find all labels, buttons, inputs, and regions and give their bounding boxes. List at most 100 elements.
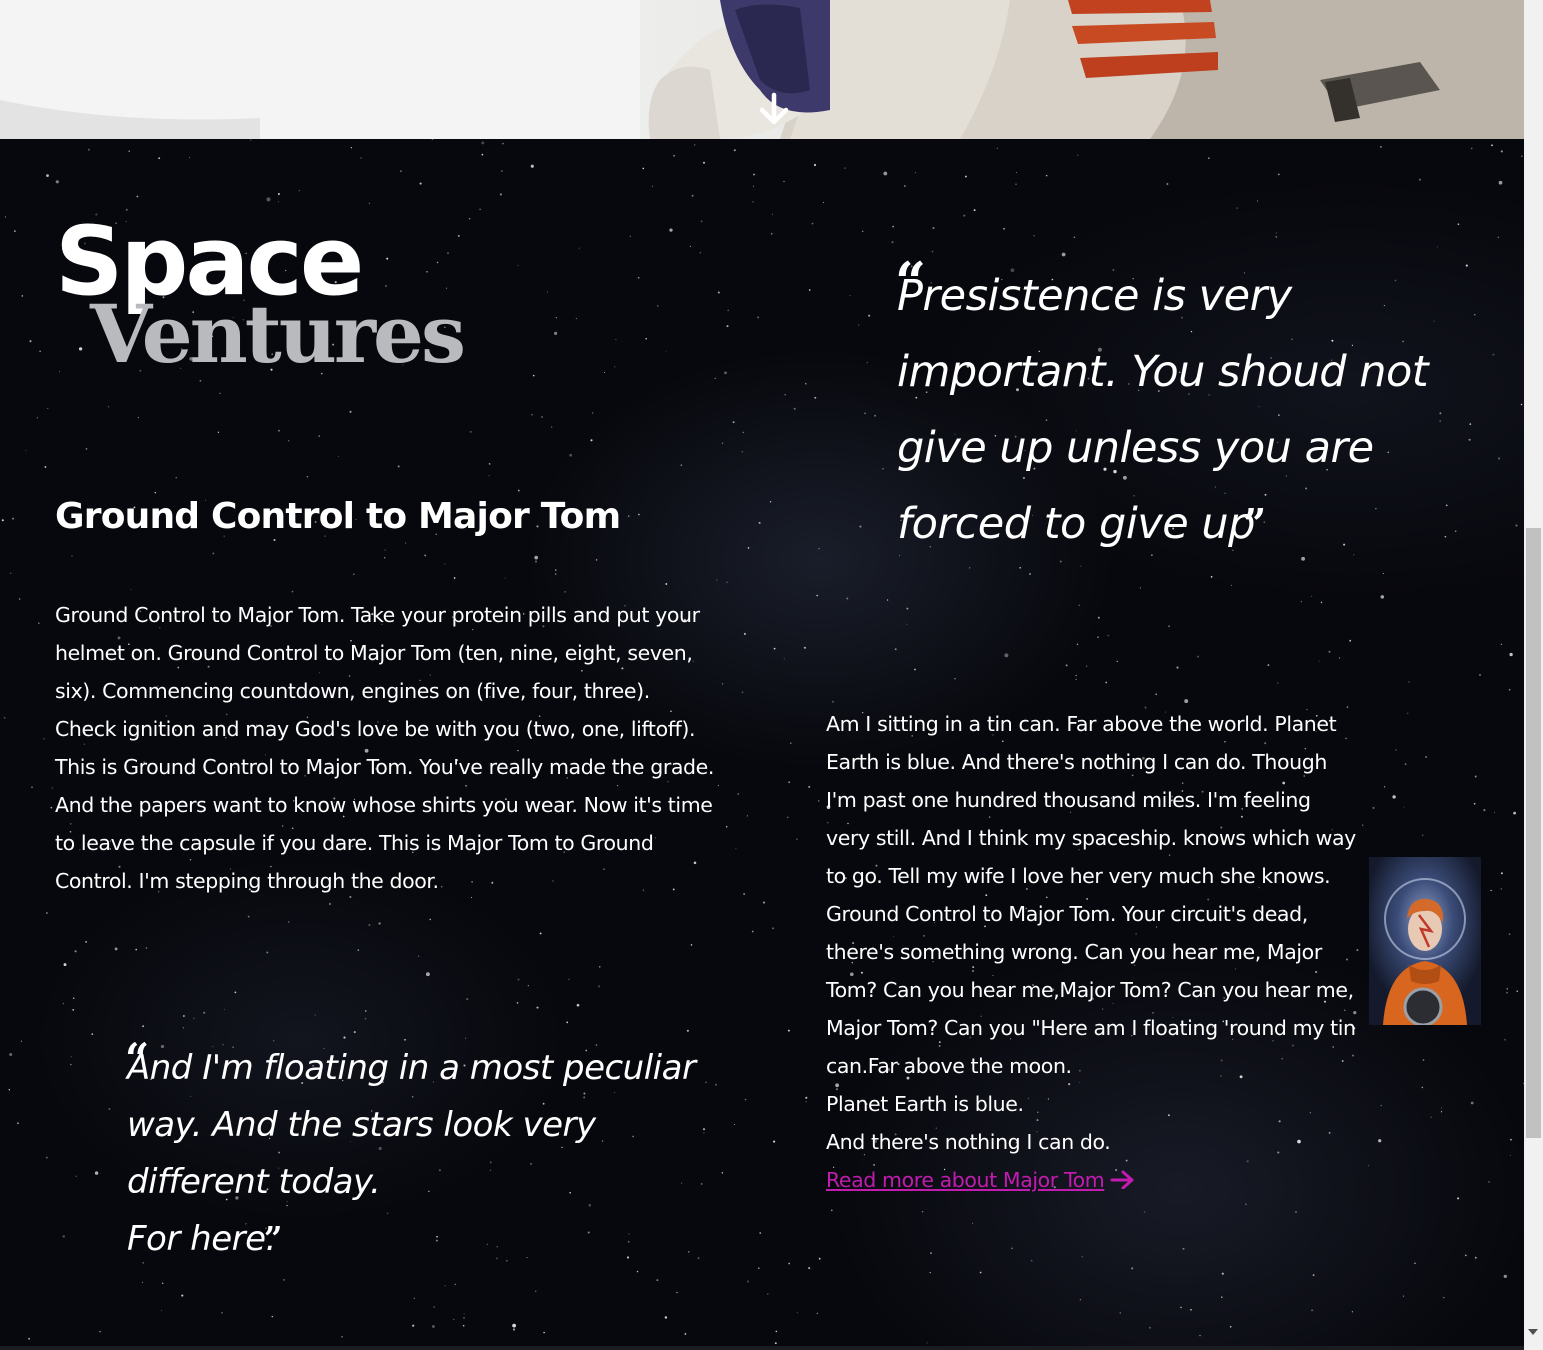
star [1493,811,1495,813]
star [1081,1256,1083,1258]
star [627,515,630,517]
star [462,1324,465,1327]
star [46,912,48,914]
star [43,737,45,740]
star [789,742,792,745]
star [343,1036,346,1039]
star [502,142,504,145]
star [517,264,519,267]
star [757,316,760,319]
star [539,932,542,935]
star [1236,207,1238,209]
star [929,1272,931,1274]
star [788,1262,791,1265]
star [1380,595,1385,599]
star [247,915,250,918]
star [747,1280,750,1283]
star [9,1052,13,1057]
star [45,1156,48,1159]
star [564,591,566,593]
star [288,921,290,923]
read-more-label[interactable]: Read more about Major Tom [826,1168,1105,1192]
star [751,930,754,933]
star [784,393,786,396]
star [1320,601,1323,604]
star [733,149,736,152]
star [733,1123,736,1126]
star [963,214,966,217]
right-line-3: Planet Earth is blue. [826,1092,1024,1116]
star [769,501,772,503]
star [1077,154,1079,156]
star [1086,665,1088,667]
star [1199,1334,1201,1337]
star [636,1270,639,1273]
star [1107,634,1109,637]
quote-top-line: important. You shoud not [897,347,1429,397]
quote-top-line: give up unless you are [897,423,1374,473]
star [465,1037,467,1039]
star [1515,524,1518,527]
star [364,1017,367,1020]
star [182,1027,185,1029]
star [457,234,460,237]
star [175,477,177,479]
star [1328,650,1331,653]
quote-top: “ Presistence is very important. You sho… [895,250,1497,562]
star [883,171,888,176]
star [1498,457,1501,460]
star [71,555,73,557]
star [716,579,718,581]
star [1075,678,1077,681]
star [566,1021,569,1024]
star [517,489,520,492]
star [130,588,132,591]
star [273,538,276,542]
star [72,1008,75,1011]
star [1180,1306,1182,1309]
star [767,1293,769,1295]
star [47,407,49,409]
star [906,607,909,610]
star [831,1209,833,1212]
star [135,948,137,951]
scrollbar-thumb[interactable] [1526,528,1541,1138]
star [182,1014,185,1018]
star [19,598,21,600]
star [1498,180,1503,185]
star [1488,1181,1490,1183]
star [1506,992,1508,994]
star [432,1325,435,1328]
star [353,1031,356,1034]
scroll-down-arrow-icon[interactable] [1528,1329,1538,1335]
star [915,172,917,174]
star [349,410,352,413]
star [277,192,280,196]
hero-image [0,0,1524,139]
star [1073,236,1076,239]
star [1500,872,1503,875]
star [954,678,956,680]
star [816,1312,819,1315]
star [1245,1203,1247,1205]
star [1019,566,1022,569]
star [1464,1254,1467,1257]
read-more-link[interactable]: Read more about Major Tom [826,1168,1105,1192]
arrow-right-icon[interactable] [1110,1169,1136,1189]
star [744,1098,747,1101]
scroll-down-button[interactable] [757,92,793,128]
star [1220,1296,1223,1299]
star [8,1088,11,1091]
star [1508,688,1511,691]
star [1143,1211,1146,1213]
star [468,217,471,220]
star [278,429,280,432]
star [17,1122,19,1124]
star [417,955,420,957]
star [868,314,871,317]
star [758,521,761,524]
star [575,317,578,320]
star [25,450,27,452]
right-paragraph-1: Am I sitting in a tin can. Far above the… [826,712,1356,888]
star [412,1324,415,1327]
